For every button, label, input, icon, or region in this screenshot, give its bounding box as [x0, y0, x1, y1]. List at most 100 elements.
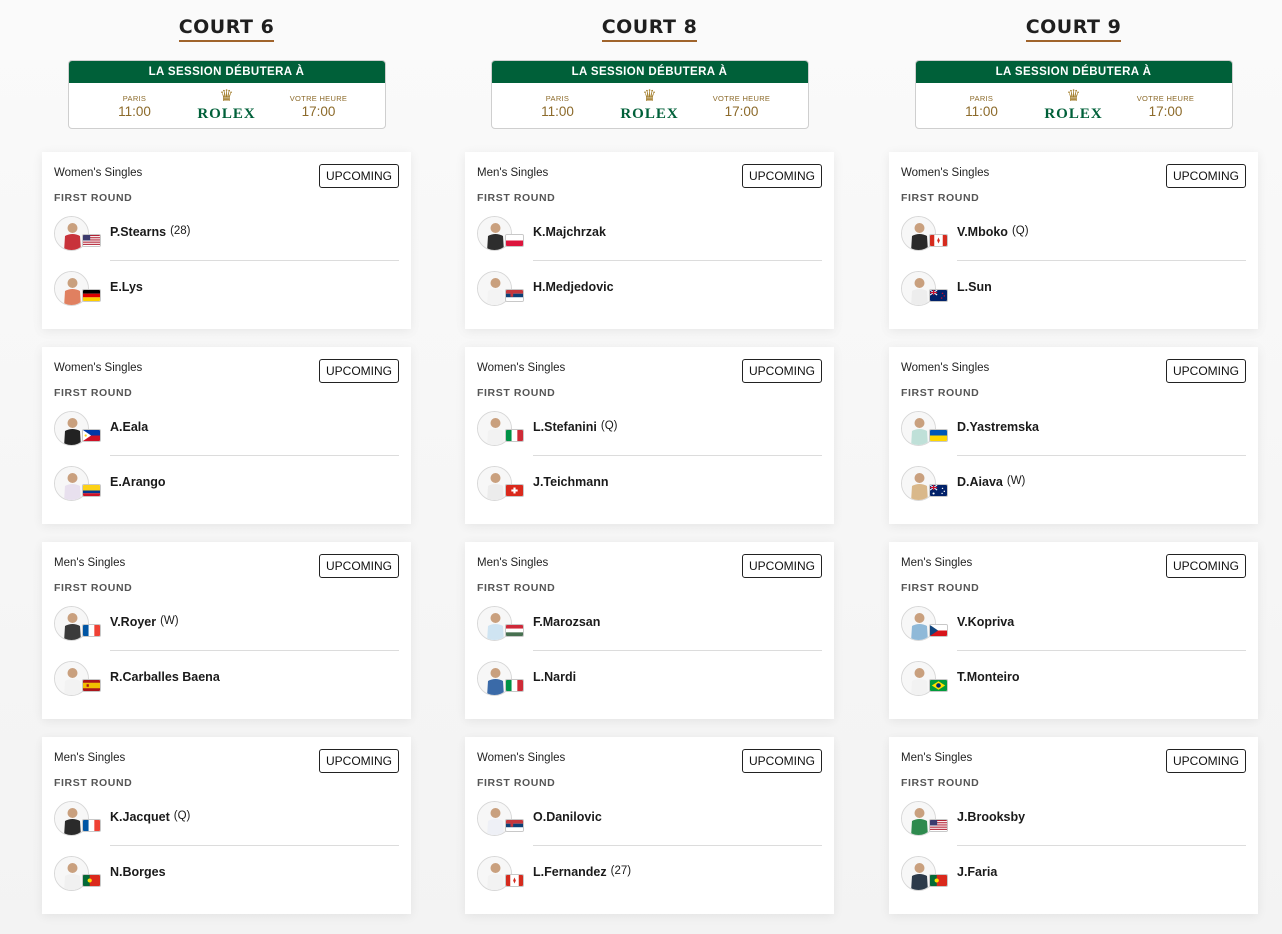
player-name-line: E.Arango: [110, 475, 166, 489]
player-name[interactable]: J.Faria: [957, 865, 997, 879]
status-badge[interactable]: UPCOMING: [742, 164, 822, 188]
player-name[interactable]: E.Arango: [110, 475, 166, 489]
player-row[interactable]: K.Jacquet (Q): [54, 799, 399, 839]
player-row[interactable]: V.Royer (W): [54, 604, 399, 644]
crown-icon: ♛: [642, 88, 657, 105]
player-row[interactable]: V.Mboko (Q): [901, 214, 1246, 254]
local-time-block: VOTRE HEURE 17:00: [702, 94, 782, 119]
flag-sui-icon: [505, 484, 524, 497]
court-header: COURT 8: [465, 0, 834, 60]
match-card[interactable]: Men's Singles FIRST ROUND UPCOMING K.Majchr…: [465, 152, 834, 329]
player-name[interactable]: O.Danilovic: [533, 810, 602, 824]
status-badge[interactable]: UPCOMING: [1166, 554, 1246, 578]
player-row[interactable]: O.Danilovic: [477, 799, 822, 839]
player-name[interactable]: A.Eala: [110, 420, 148, 434]
status-badge[interactable]: UPCOMING: [319, 359, 399, 383]
player-name-line: T.Monteiro: [957, 670, 1020, 684]
player-row[interactable]: F.Marozsan: [477, 604, 822, 644]
player-row[interactable]: V.Kopriva: [901, 604, 1246, 644]
player-name[interactable]: P.Stearns: [110, 225, 166, 239]
player-name[interactable]: V.Royer: [110, 615, 156, 629]
player-row[interactable]: J.Faria: [901, 854, 1246, 894]
player-name-line: K.Majchrzak: [533, 225, 606, 239]
player-row[interactable]: T.Monteiro: [901, 659, 1246, 699]
player-row[interactable]: R.Carballes Baena: [54, 659, 399, 699]
match-card[interactable]: Women's Singles FIRST ROUND UPCOMING P.Stea…: [42, 152, 411, 329]
player-row[interactable]: P.Stearns (28): [54, 214, 399, 254]
player-row[interactable]: L.Nardi: [477, 659, 822, 699]
player-name-line: V.Royer (W): [110, 615, 179, 629]
player-row[interactable]: D.Yastremska: [901, 409, 1246, 449]
player-name[interactable]: V.Mboko: [957, 225, 1008, 239]
player-name-line: J.Faria: [957, 865, 997, 879]
player-row[interactable]: J.Brooksby: [901, 799, 1246, 839]
match-card[interactable]: Men's Singles FIRST ROUND UPCOMING J.Brooks…: [889, 737, 1258, 914]
player-row[interactable]: N.Borges: [54, 854, 399, 894]
flag-srb-icon: [505, 289, 524, 302]
status-badge[interactable]: UPCOMING: [742, 359, 822, 383]
player-seed: (Q): [600, 420, 618, 432]
status-badge[interactable]: UPCOMING: [1166, 359, 1246, 383]
player-name[interactable]: D.Yastremska: [957, 420, 1039, 434]
player-row[interactable]: K.Majchrzak: [477, 214, 822, 254]
status-badge[interactable]: UPCOMING: [1166, 749, 1246, 773]
player-name[interactable]: K.Jacquet: [110, 810, 170, 824]
match-card[interactable]: Men's Singles FIRST ROUND UPCOMING K.Jacque…: [42, 737, 411, 914]
status-badge[interactable]: UPCOMING: [742, 749, 822, 773]
court-title[interactable]: COURT 9: [1025, 16, 1122, 42]
player-name[interactable]: V.Kopriva: [957, 615, 1014, 629]
player-name[interactable]: K.Majchrzak: [533, 225, 606, 239]
player-name-line: V.Mboko (Q): [957, 225, 1029, 239]
player-name[interactable]: L.Nardi: [533, 670, 576, 684]
status-badge[interactable]: UPCOMING: [1166, 164, 1246, 188]
player-name[interactable]: L.Sun: [957, 280, 992, 294]
player-name[interactable]: H.Medjedovic: [533, 280, 614, 294]
match-card[interactable]: Women's Singles FIRST ROUND UPCOMING V.Mbok…: [889, 152, 1258, 329]
player-row[interactable]: E.Arango: [54, 464, 399, 504]
match-card[interactable]: Men's Singles FIRST ROUND UPCOMING V.Kopriv…: [889, 542, 1258, 719]
match-card[interactable]: Women's Singles FIRST ROUND UPCOMING D.Yast…: [889, 347, 1258, 524]
match-card[interactable]: Women's Singles FIRST ROUND UPCOMING A.Eala…: [42, 347, 411, 524]
player-row[interactable]: L.Fernandez (27): [477, 854, 822, 894]
player-name[interactable]: D.Aiava: [957, 475, 1003, 489]
player-row[interactable]: L.Stefanini (Q): [477, 409, 822, 449]
player-row[interactable]: H.Medjedovic: [477, 269, 822, 309]
player-name[interactable]: N.Borges: [110, 865, 166, 879]
status-badge[interactable]: UPCOMING: [319, 164, 399, 188]
status-badge[interactable]: UPCOMING: [319, 554, 399, 578]
status-badge[interactable]: UPCOMING: [742, 554, 822, 578]
match-card[interactable]: Men's Singles FIRST ROUND UPCOMING F.Marozs…: [465, 542, 834, 719]
player-row[interactable]: J.Teichmann: [477, 464, 822, 504]
player-name[interactable]: T.Monteiro: [957, 670, 1020, 684]
player-row[interactable]: A.Eala: [54, 409, 399, 449]
player-name[interactable]: L.Fernandez: [533, 865, 607, 879]
match-card[interactable]: Women's Singles FIRST ROUND UPCOMING L.Stef…: [465, 347, 834, 524]
order-of-play: COURT 6 LA SESSION DÉBUTERA À PARIS 11:00 ♛ R…: [0, 0, 1282, 934]
player-name-line: A.Eala: [110, 420, 148, 434]
player-name-line: O.Danilovic: [533, 810, 602, 824]
player-name[interactable]: E.Lys: [110, 280, 143, 294]
divider: [957, 455, 1246, 456]
session-start-header: LA SESSION DÉBUTERA À: [915, 61, 1232, 83]
round-label: FIRST ROUND: [54, 582, 133, 594]
status-badge[interactable]: UPCOMING: [319, 749, 399, 773]
player-row[interactable]: L.Sun: [901, 269, 1246, 309]
player-name-line: J.Brooksby: [957, 810, 1025, 824]
session-times: PARIS 11:00 ♛ ROLEX VOTRE HEURE 17:00: [69, 83, 385, 128]
player-name[interactable]: L.Stefanini: [533, 420, 597, 434]
player-seed: (Q): [1011, 225, 1029, 237]
player-row[interactable]: D.Aiava (W): [901, 464, 1246, 504]
player-name[interactable]: J.Teichmann: [533, 475, 608, 489]
player-name[interactable]: R.Carballes Baena: [110, 670, 220, 684]
event-name: Women's Singles: [54, 167, 143, 179]
court-header: COURT 9: [889, 0, 1258, 60]
divider: [110, 650, 399, 651]
player-name[interactable]: F.Marozsan: [533, 615, 600, 629]
match-card[interactable]: Women's Singles FIRST ROUND UPCOMING O.Dani…: [465, 737, 834, 914]
court-title[interactable]: COURT 6: [178, 16, 275, 42]
court-title[interactable]: COURT 8: [601, 16, 698, 42]
player-name-line: H.Medjedovic: [533, 280, 614, 294]
player-name[interactable]: J.Brooksby: [957, 810, 1025, 824]
match-card[interactable]: Men's Singles FIRST ROUND UPCOMING V.Royer (…: [42, 542, 411, 719]
player-row[interactable]: E.Lys: [54, 269, 399, 309]
